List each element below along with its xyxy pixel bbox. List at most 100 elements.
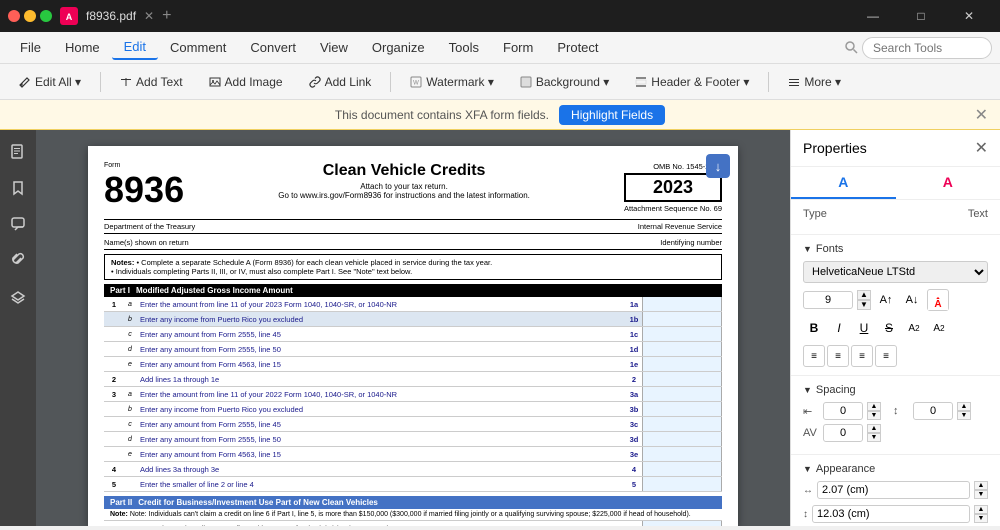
height-up[interactable]: ▲ xyxy=(974,505,988,514)
row-1d-input[interactable] xyxy=(642,342,722,356)
name-label: Name(s) shown on return xyxy=(104,238,189,247)
width-down[interactable]: ▼ xyxy=(974,490,988,499)
highlight-fields-btn[interactable]: Highlight Fields xyxy=(559,105,665,125)
win-btns: — □ ✕ xyxy=(850,0,992,32)
row-4-input[interactable] xyxy=(642,462,722,476)
props-header: Properties ✕ xyxy=(791,130,1000,167)
menu-organize[interactable]: Organize xyxy=(360,36,437,59)
row-2-input[interactable] xyxy=(642,372,722,386)
sidebar-icon-pages[interactable] xyxy=(4,138,32,166)
width-up[interactable]: ▲ xyxy=(974,481,988,490)
row-1a-input[interactable] xyxy=(642,297,722,311)
sidebar-icon-comment[interactable] xyxy=(4,210,32,238)
font-size-up[interactable]: ▲ xyxy=(857,290,871,300)
space-up[interactable]: ▲ xyxy=(957,402,971,411)
space-input[interactable] xyxy=(913,402,953,420)
row-5-input[interactable] xyxy=(642,477,722,491)
tab-close-btn[interactable]: ✕ xyxy=(144,9,154,23)
part1-header: Part I Modified Adjusted Gross Income Am… xyxy=(104,284,722,297)
edit-all-btn[interactable]: Edit All ▾ xyxy=(8,70,92,94)
font-tools: B I U S A2 A2 xyxy=(803,317,988,339)
row-3d-input[interactable] xyxy=(642,432,722,446)
superscript-btn[interactable]: A2 xyxy=(903,317,925,339)
indent-up[interactable]: ▲ xyxy=(867,402,881,411)
row-3a-desc: Enter the amount from line 11 of your 20… xyxy=(136,389,626,400)
align-right-btn[interactable]: ≡ xyxy=(851,345,873,367)
appearance-section: ▼ Appearance ↔ ▲ ▼ ↕ ▲ ▼ xyxy=(791,455,1000,526)
strikethrough-btn[interactable]: S xyxy=(878,317,900,339)
header-footer-btn[interactable]: Header & Footer ▾ xyxy=(624,70,760,94)
window-min-btn[interactable] xyxy=(24,10,36,22)
props-tab-1[interactable]: A xyxy=(791,167,896,199)
sidebar-icon-attachment[interactable] xyxy=(4,246,32,274)
row-1b-input[interactable] xyxy=(642,312,722,326)
win-min-btn[interactable]: — xyxy=(850,0,896,32)
width-input[interactable] xyxy=(817,481,970,499)
menu-comment[interactable]: Comment xyxy=(158,36,238,59)
menu-protect[interactable]: Protect xyxy=(545,36,610,59)
menu-file[interactable]: File xyxy=(8,36,53,59)
toolbar-sep-2 xyxy=(390,72,391,92)
underline-btn[interactable]: U xyxy=(853,317,875,339)
win-close-btn[interactable]: ✕ xyxy=(946,0,992,32)
av-up[interactable]: ▲ xyxy=(867,424,881,433)
irs-info: Department of the Treasury Internal Reve… xyxy=(104,219,722,234)
row-1c-input[interactable] xyxy=(642,327,722,341)
props-close-btn[interactable]: ✕ xyxy=(975,138,988,158)
menu-form[interactable]: Form xyxy=(491,36,545,59)
menu-view[interactable]: View xyxy=(308,36,360,59)
font-color-swatch[interactable]: A xyxy=(927,289,949,311)
height-down[interactable]: ▼ xyxy=(974,514,988,523)
align-left-btn[interactable]: ≡ xyxy=(803,345,825,367)
add-image-btn[interactable]: Add Image xyxy=(198,70,294,94)
add-text-btn[interactable]: Add Text xyxy=(109,70,193,94)
row-num-1: 1 xyxy=(104,299,124,310)
new-tab-btn[interactable]: + xyxy=(162,7,171,25)
bold-btn[interactable]: B xyxy=(803,317,825,339)
window-close-btn[interactable] xyxy=(8,10,20,22)
av-input[interactable] xyxy=(823,424,863,442)
font-family-select[interactable]: HelveticaNeue LTStd xyxy=(803,261,988,283)
row-3a-input[interactable] xyxy=(642,387,722,401)
font-size-input[interactable] xyxy=(803,291,853,309)
row-6-input[interactable] xyxy=(642,521,722,526)
indent-input[interactable] xyxy=(823,402,863,420)
sidebar-icon-bookmarks[interactable] xyxy=(4,174,32,202)
height-input[interactable] xyxy=(812,505,970,523)
menu-convert[interactable]: Convert xyxy=(238,36,308,59)
row-1e-desc: Enter any amount from Form 4563, line 15 xyxy=(136,359,626,370)
row-2-num: 2 xyxy=(104,374,124,385)
add-link-btn[interactable]: Add Link xyxy=(298,70,383,94)
av-down[interactable]: ▼ xyxy=(867,433,881,442)
font-size-dec-btn[interactable]: A↓ xyxy=(901,289,923,311)
subscript-btn[interactable]: A2 xyxy=(928,317,950,339)
align-center-btn[interactable]: ≡ xyxy=(827,345,849,367)
row-1e-input[interactable] xyxy=(642,357,722,371)
menu-edit[interactable]: Edit xyxy=(112,35,158,60)
download-btn[interactable]: ↓ xyxy=(706,154,730,178)
menu-tools[interactable]: Tools xyxy=(437,36,491,59)
toolbar-sep-3 xyxy=(768,72,769,92)
align-justify-btn[interactable]: ≡ xyxy=(875,345,897,367)
font-size-inc-btn[interactable]: A↑ xyxy=(875,289,897,311)
font-size-down[interactable]: ▼ xyxy=(857,300,871,310)
doc-area[interactable]: ↓ Form 8936 Clean Vehicle Credits Attach… xyxy=(36,130,790,526)
background-btn[interactable]: Background ▾ xyxy=(509,70,620,94)
row-3e-input[interactable] xyxy=(642,447,722,461)
window-max-btn[interactable] xyxy=(40,10,52,22)
title-bar: A f8936.pdf ✕ + — □ ✕ xyxy=(0,0,1000,32)
sidebar-icon-layers[interactable] xyxy=(4,282,32,310)
more-btn[interactable]: More ▾ xyxy=(777,70,852,94)
indent-down[interactable]: ▼ xyxy=(867,411,881,420)
row-3b-input[interactable] xyxy=(642,402,722,416)
menu-home[interactable]: Home xyxy=(53,36,112,59)
row-3c-input[interactable] xyxy=(642,417,722,431)
search-input[interactable] xyxy=(862,37,992,59)
space-down[interactable]: ▼ xyxy=(957,411,971,420)
win-restore-btn[interactable]: □ xyxy=(898,0,944,32)
left-sidebar xyxy=(0,130,36,526)
props-tab-2[interactable]: A xyxy=(896,167,1000,199)
italic-btn[interactable]: I xyxy=(828,317,850,339)
xfa-close-btn[interactable]: ✕ xyxy=(975,105,988,125)
watermark-btn[interactable]: W Watermark ▾ xyxy=(399,70,505,94)
